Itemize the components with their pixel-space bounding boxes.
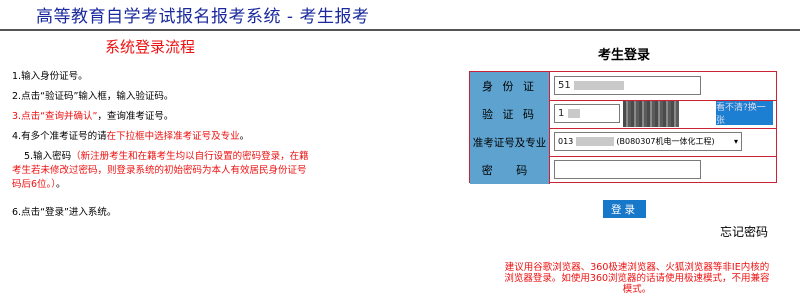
exam-number-prefix: 013 bbox=[558, 137, 574, 146]
password-label: 密 码 bbox=[470, 156, 550, 184]
password-input[interactable] bbox=[554, 160, 701, 179]
password-row: 密 码 bbox=[470, 156, 776, 184]
captcha-label: 验 证 码 bbox=[470, 100, 550, 128]
exam-number-select[interactable]: 013 (B080307机电一体化工程) ▾ bbox=[554, 132, 742, 151]
header-divider bbox=[0, 29, 800, 31]
exam-number-label: 准考证号及专业 bbox=[470, 128, 550, 156]
flow-step-4-highlight: 在下拉框中选择准考证号及专业 bbox=[106, 131, 240, 142]
flow-step-5: 5.输入密码（新注册考生和在籍考生均以自行设置的密码登录，在籍考生若未修改过密码… bbox=[12, 150, 312, 192]
flow-step-1: 1.输入身份证号。 bbox=[12, 71, 88, 82]
flow-step-4-suffix: 。 bbox=[239, 131, 250, 142]
flow-step-4-prefix: 4.有多个准考证号的请 bbox=[12, 131, 107, 142]
flow-step-5-suffix: 。 bbox=[56, 179, 66, 190]
chevron-down-icon: ▾ bbox=[733, 137, 738, 146]
exam-number-row: 准考证号及专业 013 (B080307机电一体化工程) ▾ bbox=[470, 128, 776, 157]
app-title: 高等教育自学考试报名报考系统 - 考生报考 bbox=[36, 7, 370, 27]
flow-step-6: 6.点击“登录”进入系统。 bbox=[12, 207, 117, 218]
id-row: 身 份 证 51 bbox=[470, 72, 776, 101]
exam-major: (B080307机电一体化工程) bbox=[616, 137, 715, 146]
browser-notice: 建议用谷歌浏览器、360极速浏览器、火狐浏览器等非IE内核的浏览器登录。如使用3… bbox=[504, 262, 770, 295]
masked-text bbox=[575, 137, 614, 146]
captcha-value: 1 bbox=[558, 108, 565, 119]
login-button[interactable]: 登录 bbox=[603, 200, 646, 218]
captcha-image[interactable] bbox=[623, 101, 679, 127]
flow-step-5-prefix: 5.输入密码 bbox=[24, 151, 72, 162]
masked-text bbox=[573, 80, 624, 90]
page-header: 高等教育自学考试报名报考系统 - 考生报考 bbox=[0, 0, 800, 31]
login-title: 考生登录 bbox=[598, 48, 651, 63]
flow-step-3: 3.点击“查询并确认”，查询准考证号。 bbox=[12, 110, 173, 124]
id-number-value: 51 bbox=[558, 80, 571, 91]
flow-step-4: 4.有多个准考证号的请在下拉框中选择准考证号及专业。 bbox=[12, 130, 249, 144]
refresh-captcha-button[interactable]: 看不清?换一张 bbox=[716, 101, 773, 126]
flow-step-3-desc: ，查询准考证号。 bbox=[97, 111, 174, 122]
forgot-password-link[interactable]: 忘记密码 bbox=[720, 223, 768, 240]
captcha-row: 验 证 码 1 看不清?换一张 bbox=[470, 100, 776, 129]
id-label: 身 份 证 bbox=[470, 72, 550, 100]
flow-step-3-action: 3.点击“查询并确认” bbox=[12, 111, 98, 122]
flow-step-2: 2.点击“验证码”输入框，输入验证码。 bbox=[12, 91, 174, 102]
login-form: 身 份 证 51 验 证 码 1 看不清?换一张 准考证号及专业 013 (B0… bbox=[469, 71, 777, 184]
captcha-input[interactable]: 1 bbox=[554, 104, 620, 123]
id-number-input[interactable]: 51 bbox=[554, 76, 701, 95]
masked-text bbox=[567, 108, 580, 118]
login-flow-title: 系统登录流程 bbox=[105, 38, 196, 56]
